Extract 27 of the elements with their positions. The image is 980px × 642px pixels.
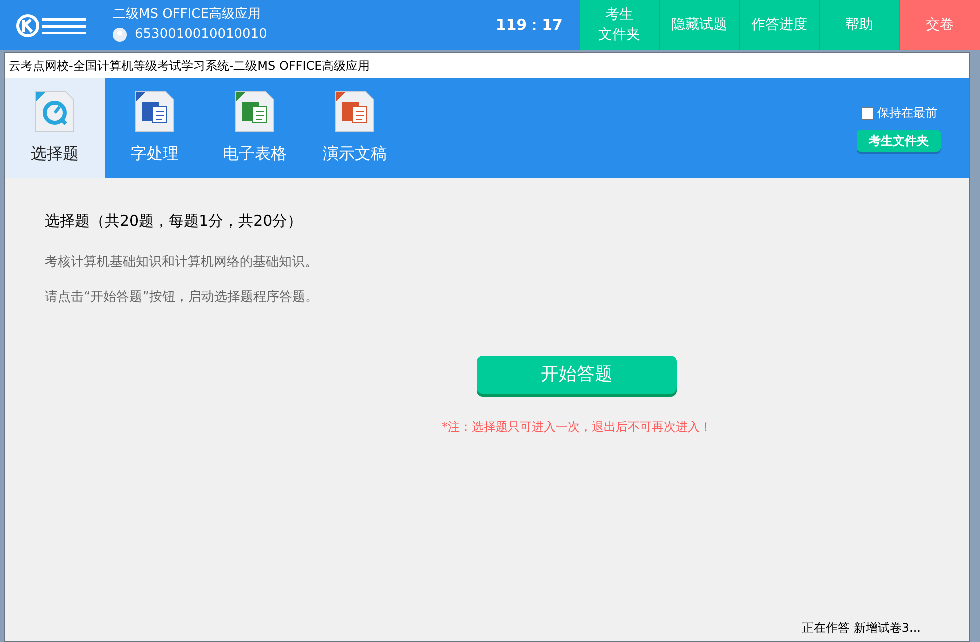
toolbar-button[interactable]: 交卷 bbox=[899, 0, 980, 50]
section-heading: 选择题（共20题，每题1分，共20分） bbox=[45, 211, 304, 232]
clock-document-icon bbox=[34, 90, 76, 134]
exam-name: 二级MS OFFICE高级应用 bbox=[113, 7, 262, 23]
toolbar-button[interactable]: 隐藏试题 bbox=[659, 0, 739, 50]
window-title: 云考点网校-全国计算机等级考试学习系统-二级MS OFFICE高级应用 bbox=[9, 58, 370, 74]
question-type-tab[interactable]: 字处理 bbox=[105, 78, 205, 178]
question-type-tab[interactable]: 选择题 bbox=[5, 78, 105, 178]
status-text: 正在作答 新增试卷3... bbox=[802, 620, 921, 637]
candidate-id: 6530010010010010 bbox=[135, 27, 268, 43]
toolbar-button[interactable]: 考生 文件夹 bbox=[579, 0, 659, 50]
instruction-text: 请点击“开始答题”按钮，启动选择题程序答题。 bbox=[45, 289, 320, 307]
word-document-icon bbox=[134, 90, 176, 134]
student-folder-button[interactable]: 考生文件夹 bbox=[857, 130, 941, 152]
warning-note: *注：选择题只可进入一次，退出后不可再次进入！ bbox=[442, 418, 712, 436]
toolbar-button[interactable]: 作答进度 bbox=[739, 0, 819, 50]
start-answer-button[interactable]: 开始答题 bbox=[477, 356, 677, 394]
keep-on-top-checkbox[interactable] bbox=[860, 106, 874, 120]
instruction-text: 考核计算机基础知识和计算机网络的基础知识。 bbox=[45, 254, 319, 272]
keep-on-top-label: 保持在最前 bbox=[878, 105, 938, 122]
toolbar-button[interactable]: 帮助 bbox=[819, 0, 899, 50]
spreadsheet-document-icon bbox=[234, 90, 276, 134]
question-type-tab[interactable]: 电子表格 bbox=[205, 78, 305, 178]
question-type-tab[interactable]: 演示文稿 bbox=[305, 78, 405, 178]
countdown-timer: 119：17 bbox=[496, 14, 563, 36]
user-avatar-icon bbox=[113, 28, 127, 42]
presentation-document-icon bbox=[334, 90, 376, 134]
